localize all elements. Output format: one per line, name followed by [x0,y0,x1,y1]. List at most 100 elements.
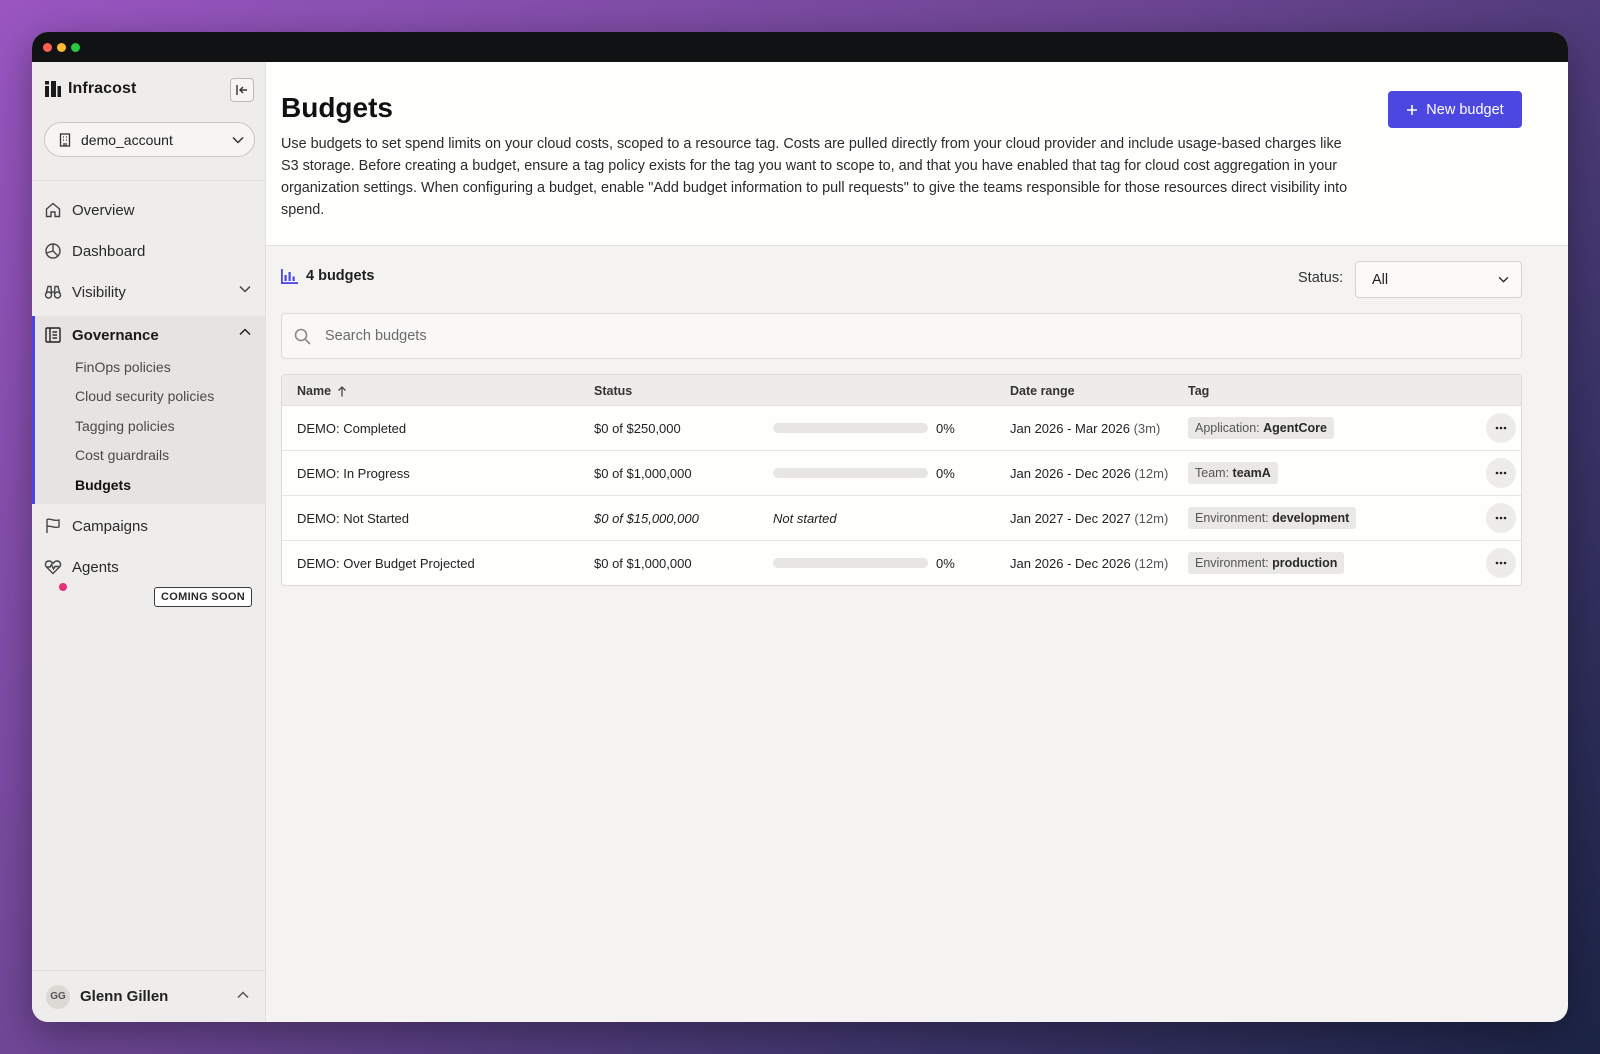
close-window-button[interactable] [43,43,52,52]
budget-count: 4 budgets [281,268,374,284]
collapse-sidebar-button[interactable] [230,78,254,102]
duration-text: (3m) [1133,421,1161,436]
progress-percent: 0% [936,466,955,481]
governance-section: Governance FinOps policies Cloud securit… [32,316,265,504]
row-actions-button[interactable] [1486,413,1516,443]
status-filter-select[interactable]: All [1355,261,1522,298]
column-header-date-range[interactable]: Date range [1010,384,1075,398]
nav-label-overview: Overview [72,201,135,219]
nav-label-campaigns: Campaigns [72,517,148,535]
heartbeat-icon [44,560,62,575]
budget-name: DEMO: Not Started [297,511,409,526]
status-filter-label: Status: [1298,270,1344,286]
table-row[interactable]: DEMO: Not Started $0 of $15,000,000 Not … [282,496,1521,541]
nav-sub-cloud-security-policies[interactable]: Cloud security policies [75,388,214,404]
date-range: Jan 2026 - Mar 2026 (3m) [1010,421,1160,436]
page-description: Use budgets to set spend limits on your … [281,136,1348,218]
table-header: Name Status Date range Tag [282,375,1521,406]
account-switcher[interactable]: demo_account [44,122,255,157]
user-menu[interactable]: GG Glenn Gillen [32,970,265,1022]
nav-sub-budgets[interactable]: Budgets [75,477,131,493]
plus-icon [1407,104,1418,115]
nav-label-dashboard: Dashboard [72,242,146,260]
budget-progress-bar [773,558,928,568]
date-range-text: Jan 2026 - Dec 2026 [1010,466,1131,481]
nav-item-visibility[interactable]: Visibility [32,272,265,312]
nav-label-governance: Governance [72,326,159,344]
tag-value: production [1272,556,1338,570]
building-icon [59,132,71,147]
nav-item-agents[interactable]: Agents [32,547,265,587]
flag-icon [46,518,60,533]
tag-chip: Application: AgentCore [1188,417,1335,439]
more-horizontal-icon [1495,561,1507,565]
minimize-window-button[interactable] [57,43,66,52]
more-horizontal-icon [1495,516,1507,520]
chevron-down-icon [1498,276,1509,283]
chevron-up-icon [237,991,249,999]
nav-item-governance[interactable]: Governance [32,315,265,355]
nav-sub-finops-policies[interactable]: FinOps policies [75,359,171,375]
nav-sub-tagging-policies[interactable]: Tagging policies [75,418,175,434]
new-budget-button[interactable]: New budget [1388,91,1522,128]
chevron-down-icon [232,136,244,144]
budget-name: DEMO: Completed [297,421,407,436]
budget-amount: $0 of $1,000,000 [594,466,692,481]
more-horizontal-icon [1495,426,1507,430]
brand-name: Infracost [68,80,137,97]
nav-item-campaigns[interactable]: Campaigns [32,506,265,546]
account-name: demo_account [81,131,173,148]
table-row[interactable]: DEMO: In Progress $0 of $1,000,000 0% Ja… [282,451,1521,496]
budget-state: Not started [773,511,837,526]
tag-chip: Team: teamA [1188,462,1278,484]
tag-key: Application: [1195,421,1260,435]
table-row[interactable]: DEMO: Over Budget Projected $0 of $1,000… [282,541,1521,585]
date-range: Jan 2026 - Dec 2026 (12m) [1010,466,1168,481]
column-header-status[interactable]: Status [594,384,632,398]
column-header-name[interactable]: Name [297,384,347,398]
tag-chip: Environment: production [1188,552,1345,574]
sort-arrow-up-icon [338,385,347,396]
tag-value: development [1272,511,1350,525]
row-actions-button[interactable] [1486,548,1516,578]
notification-dot [59,583,67,591]
page-header: Budgets Use budgets to set spend limits … [266,62,1568,246]
infracost-logo-icon [45,81,61,97]
progress-percent: 0% [936,556,955,571]
table-row[interactable]: DEMO: Completed $0 of $250,000 0% Jan 20… [282,406,1521,451]
chevron-down-icon [239,285,251,293]
maximize-window-button[interactable] [71,43,80,52]
search-icon [294,328,311,345]
tag-key: Environment: [1195,556,1269,570]
tag-key: Team: [1195,466,1230,480]
app-window: Infracost demo_account Overview Dashboar… [32,32,1568,1022]
status-filter-value: All [1372,271,1389,288]
progress-percent: 0% [936,421,955,436]
avatar: GG [46,984,70,1009]
coming-soon-badge: COMING SOON [154,587,252,607]
budget-count-label: 4 budgets [306,268,375,284]
home-icon [45,202,61,218]
sidebar: Infracost demo_account Overview Dashboar… [32,62,266,1022]
budget-amount: $0 of $250,000 [594,421,681,436]
nav-sub-cost-guardrails[interactable]: Cost guardrails [75,447,169,463]
budgets-table: Name Status Date range Tag DEMO: Complet… [281,374,1522,586]
date-range-text: Jan 2027 - Dec 2027 [1010,511,1131,526]
date-range: Jan 2027 - Dec 2027 (12m) [1010,511,1168,526]
binoculars-icon [44,285,62,299]
nav-item-overview[interactable]: Overview [32,190,265,230]
row-actions-button[interactable] [1486,458,1516,488]
brand[interactable]: Infracost [44,80,136,98]
nav-label-visibility: Visibility [72,283,126,301]
search-bar [281,313,1522,359]
document-list-icon [45,327,61,343]
nav-item-dashboard[interactable]: Dashboard [32,231,265,271]
row-actions-button[interactable] [1486,503,1516,533]
tag-value: teamA [1232,466,1271,480]
date-range-text: Jan 2026 - Mar 2026 [1010,421,1130,436]
search-input[interactable] [325,328,1425,344]
date-range-text: Jan 2026 - Dec 2026 [1010,556,1131,571]
nav-label-agents: Agents [72,558,119,576]
budget-amount: $0 of $1,000,000 [594,556,692,571]
column-header-tag[interactable]: Tag [1188,384,1209,398]
